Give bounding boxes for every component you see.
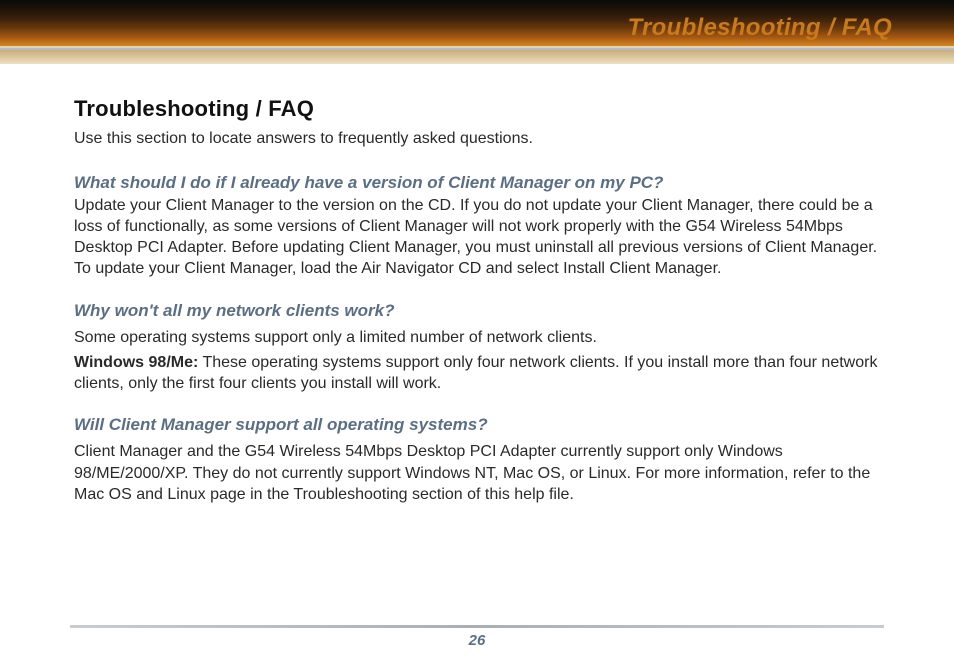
faq-question: What should I do if I already have a ver… — [74, 172, 892, 195]
footer: 26 — [0, 625, 954, 649]
faq-item: Why won't all my network clients work? S… — [74, 300, 892, 395]
faq-item: What should I do if I already have a ver… — [74, 172, 892, 280]
header-band: Troubleshooting / FAQ — [0, 0, 954, 66]
header-divider — [0, 50, 954, 64]
faq-question: Will Client Manager support all operatin… — [74, 414, 892, 437]
faq-item: Will Client Manager support all operatin… — [74, 414, 892, 505]
intro-text: Use this section to locate answers to fr… — [74, 128, 892, 150]
faq-answer-extra: Windows 98/Me: These operating systems s… — [74, 352, 892, 395]
faq-answer: Update your Client Manager to the versio… — [74, 195, 892, 280]
faq-extra-label: Windows 98/Me: — [74, 354, 198, 371]
footer-divider — [70, 625, 884, 628]
content-area: Troubleshooting / FAQ Use this section t… — [0, 66, 954, 505]
faq-answer: Some operating systems support only a li… — [74, 327, 892, 348]
page-number: 26 — [0, 632, 954, 649]
header-title: Troubleshooting / FAQ — [627, 14, 892, 42]
faq-answer: Client Manager and the G54 Wireless 54Mb… — [74, 441, 892, 505]
faq-question: Why won't all my network clients work? — [74, 300, 892, 323]
page-heading: Troubleshooting / FAQ — [74, 96, 892, 122]
